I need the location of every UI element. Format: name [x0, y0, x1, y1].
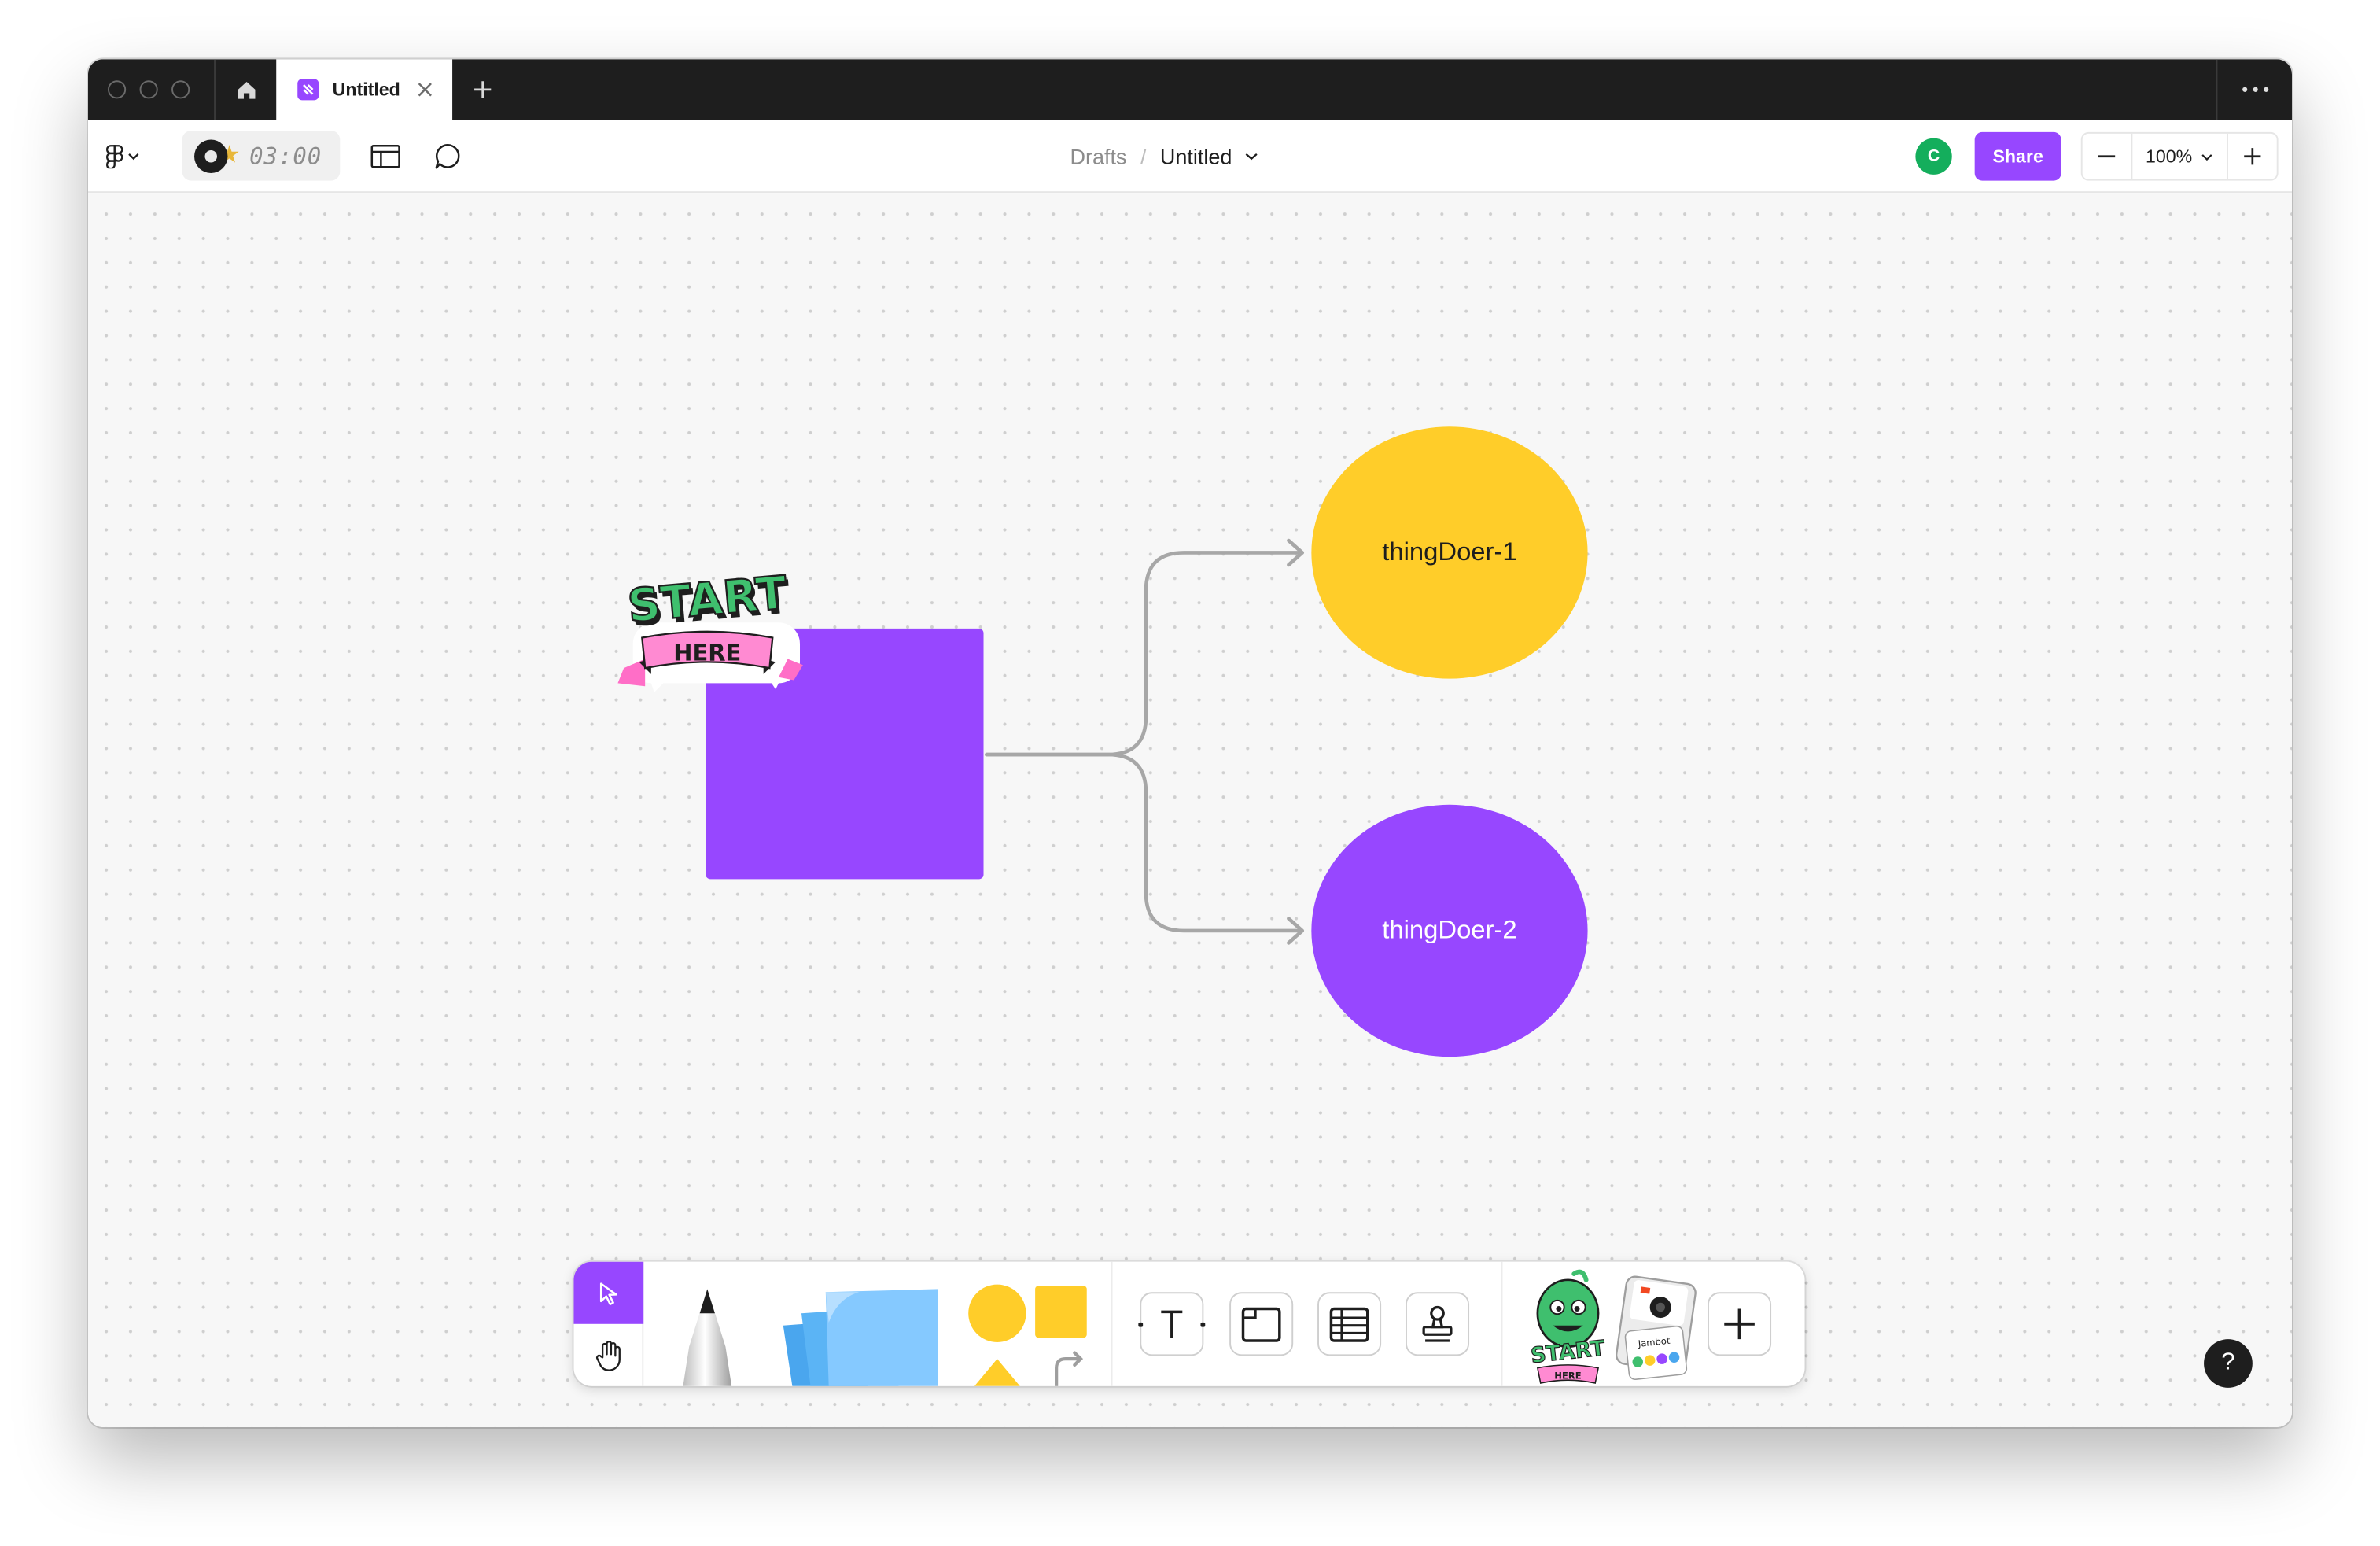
breadcrumb: Drafts / Untitled: [1070, 141, 1258, 172]
avatar[interactable]: C: [1915, 138, 1952, 175]
bottom-tool-dock: START HERE Jambot: [573, 1261, 1805, 1386]
file-menu-button[interactable]: [1244, 152, 1258, 161]
text-icon: [1161, 1310, 1183, 1338]
timer-text: 03:00: [249, 142, 322, 170]
text-tool-button[interactable]: [1140, 1292, 1204, 1356]
stamp-tool-button[interactable]: [1405, 1292, 1470, 1356]
more-icon: [2242, 87, 2268, 92]
window-close-dot[interactable]: [108, 80, 127, 99]
help-button[interactable]: ?: [2204, 1339, 2253, 1388]
layout-button[interactable]: [367, 138, 403, 175]
zoom-level-dropdown[interactable]: 100%: [2131, 133, 2228, 179]
zoom-level-value: 100%: [2146, 146, 2193, 168]
dock-sticker-start-text: START: [1530, 1336, 1607, 1368]
ellipse-node-thingdoer-1[interactable]: thingDoer-1: [1311, 426, 1588, 679]
plus-icon: [474, 81, 492, 98]
figjam-file-icon: [297, 79, 319, 101]
chevron-down-icon: [2202, 153, 2213, 161]
section-tool-button[interactable]: [1229, 1292, 1294, 1356]
tab-bar: Untitled: [87, 59, 2292, 120]
zoom-controls: 100%: [2080, 131, 2279, 181]
top-toolbar: ★ 03:00 Drafts / Untitled C Share 100%: [87, 120, 2292, 194]
chevron-down-icon: [1245, 153, 1258, 161]
tab-close-button[interactable]: [413, 77, 437, 101]
marker-tool[interactable]: [661, 1262, 753, 1386]
dock-sticker-here-text: HERE: [1554, 1370, 1581, 1381]
breadcrumb-separator: /: [1140, 144, 1147, 169]
comments-button[interactable]: [429, 138, 466, 175]
stamp-icon: [1422, 1305, 1453, 1342]
breadcrumb-drafts[interactable]: Drafts: [1070, 144, 1127, 168]
tab-untitled[interactable]: Untitled: [276, 59, 453, 120]
new-tab-button[interactable]: [467, 75, 498, 105]
canvas[interactable]: HERE START START thingDoer-1 thingDoer-2: [87, 193, 2292, 1428]
widgets-tool[interactable]: Jambot: [1609, 1262, 1700, 1386]
tab-title: Untitled: [332, 79, 400, 101]
minus-icon: [2098, 155, 2116, 158]
figma-logo-icon: [106, 145, 123, 169]
comment-icon: [435, 144, 460, 169]
window-minimize-dot[interactable]: [139, 80, 158, 99]
table-icon: [1329, 1307, 1369, 1342]
move-tool-group: [573, 1261, 644, 1386]
hand-icon: [595, 1340, 621, 1371]
select-tool-button[interactable]: [573, 1261, 644, 1324]
ellipse-node-thingdoer-2[interactable]: thingDoer-2: [1311, 804, 1588, 1057]
share-button[interactable]: Share: [1974, 131, 2061, 181]
home-icon: [237, 81, 255, 98]
connector-lines[interactable]: [88, 193, 2292, 1427]
window-zoom-dot[interactable]: [171, 80, 190, 99]
chevron-down-icon: [128, 153, 139, 161]
text-handle-left: [1138, 1322, 1144, 1327]
dock-divider: [1111, 1261, 1113, 1386]
table-tool-button[interactable]: [1317, 1292, 1382, 1356]
node-label: thingDoer-1: [1382, 537, 1517, 566]
hand-tool-button[interactable]: [573, 1324, 643, 1386]
zoom-in-button[interactable]: [2228, 134, 2277, 179]
close-icon: [418, 83, 432, 97]
file-title[interactable]: Untitled: [1160, 144, 1232, 168]
cursor-icon: [599, 1282, 617, 1304]
plus-icon: [2244, 148, 2261, 165]
more-options-button[interactable]: [2216, 59, 2292, 120]
zoom-out-button[interactable]: [2083, 134, 2131, 179]
figjam-window: Untitled ★ 03:00 Drafts / Untitled C Sha…: [87, 59, 2292, 1428]
start-here-sticker[interactable]: HERE START START: [612, 559, 809, 704]
sticker-here-text: HERE: [673, 639, 741, 666]
timer-icon: [194, 138, 228, 173]
dock-divider: [1501, 1261, 1503, 1386]
more-tools-button[interactable]: [1708, 1292, 1772, 1356]
shapes-tool[interactable]: [953, 1262, 1099, 1386]
section-icon: [1241, 1307, 1281, 1342]
text-handle-right: [1200, 1322, 1206, 1327]
layout-icon: [370, 145, 400, 168]
main-menu-button[interactable]: [106, 138, 155, 175]
timer-widget[interactable]: ★ 03:00: [182, 130, 341, 181]
node-label: thingDoer-2: [1382, 915, 1517, 945]
plus-icon: [1724, 1308, 1755, 1340]
sticky-note-tool[interactable]: [768, 1262, 938, 1386]
home-button[interactable]: [216, 59, 276, 120]
stickers-tool[interactable]: START HERE: [1523, 1262, 1614, 1386]
